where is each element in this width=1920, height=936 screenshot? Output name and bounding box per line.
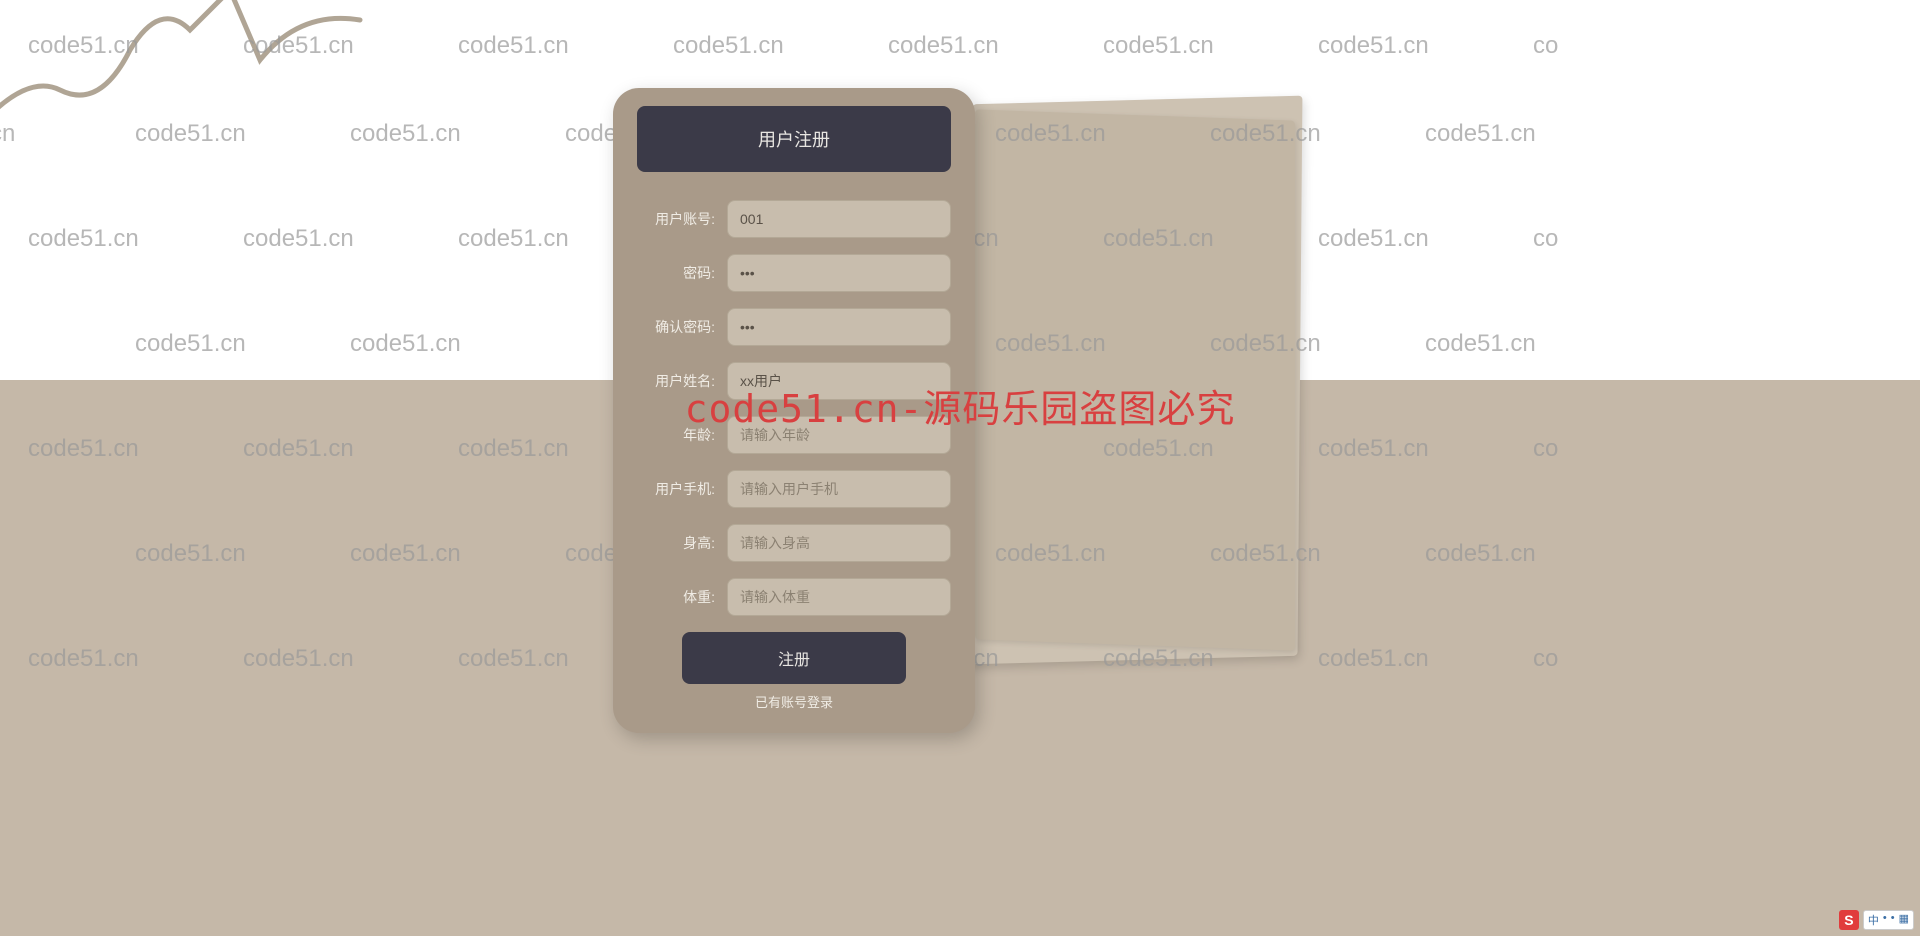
- field-row-weight: 体重:: [637, 578, 951, 616]
- field-row-phone: 用户手机:: [637, 470, 951, 508]
- decorative-paper-front: [975, 109, 1295, 650]
- input-account[interactable]: [727, 200, 951, 238]
- ime-punct: •: [1883, 912, 1887, 928]
- ime-status-box[interactable]: 中 • • ▦: [1863, 910, 1914, 930]
- watermark-text: code51.cn: [1103, 32, 1214, 60]
- label-age: 年龄:: [637, 425, 727, 445]
- label-phone: 用户手机:: [637, 479, 727, 499]
- input-phone[interactable]: [727, 470, 951, 508]
- watermark-text: code51.cn: [350, 330, 461, 358]
- field-row-confirm: 确认密码:: [637, 308, 951, 346]
- field-row-height: 身高:: [637, 524, 951, 562]
- watermark-text: code51.cn: [673, 32, 784, 60]
- field-row-age: 年龄:: [637, 416, 951, 454]
- input-confirm-password[interactable]: [727, 308, 951, 346]
- watermark-text: code51.cn: [1318, 32, 1429, 60]
- login-link[interactable]: 已有账号登录: [637, 692, 951, 711]
- watermark-text: code51.cn: [1425, 120, 1536, 148]
- watermark-text: code51.cn: [888, 32, 999, 60]
- watermark-text: code51.cn: [458, 225, 569, 253]
- watermark-text: co: [1533, 32, 1558, 60]
- registration-form-panel: 用户注册 用户账号: 密码: 确认密码: 用户姓名: 年龄: 用户手机: 身高:…: [613, 88, 975, 733]
- label-name: 用户姓名:: [637, 371, 727, 391]
- label-height: 身高:: [637, 533, 727, 553]
- field-row-account: 用户账号:: [637, 200, 951, 238]
- sogou-ime-icon: S: [1839, 910, 1859, 930]
- register-button[interactable]: 注册: [682, 632, 906, 684]
- ime-indicator[interactable]: S 中 • • ▦: [1839, 910, 1914, 930]
- field-row-password: 密码:: [637, 254, 951, 292]
- input-weight[interactable]: [727, 578, 951, 616]
- ime-emoji: •: [1891, 912, 1895, 928]
- decorative-squiggle: [0, 0, 380, 170]
- label-weight: 体重:: [637, 587, 727, 607]
- watermark-text: co: [1533, 225, 1558, 253]
- input-password[interactable]: [727, 254, 951, 292]
- ime-keyboard-icon: ▦: [1899, 912, 1909, 928]
- field-row-name: 用户姓名:: [637, 362, 951, 400]
- input-name[interactable]: [727, 362, 951, 400]
- watermark-text: code51.cn: [1318, 225, 1429, 253]
- label-confirm-password: 确认密码:: [637, 317, 727, 337]
- ime-lang: 中: [1868, 912, 1879, 928]
- watermark-text: code51.cn: [243, 225, 354, 253]
- watermark-text: code51.cn: [458, 32, 569, 60]
- watermark-text: code51.cn: [28, 225, 139, 253]
- watermark-text: code51.cn: [1425, 330, 1536, 358]
- label-account: 用户账号:: [637, 209, 727, 229]
- watermark-text: code51.cn: [135, 330, 246, 358]
- form-title: 用户注册: [637, 106, 951, 172]
- input-height[interactable]: [727, 524, 951, 562]
- input-age[interactable]: [727, 416, 951, 454]
- label-password: 密码:: [637, 263, 727, 283]
